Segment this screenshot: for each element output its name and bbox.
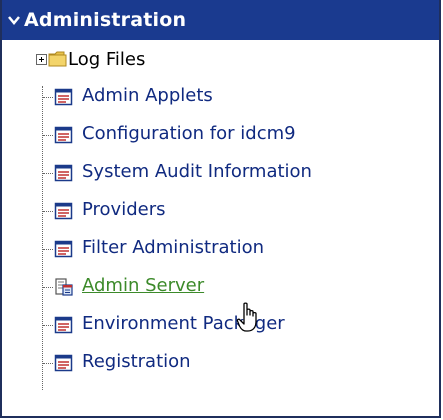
folder-label[interactable]: Log Files xyxy=(68,49,145,70)
tree-item-registration[interactable]: Registration xyxy=(2,344,432,382)
folder-icon xyxy=(48,50,68,68)
tree-item-admin-server[interactable]: Admin Server xyxy=(2,268,432,306)
panel-title: Administration xyxy=(24,9,187,31)
tree-item-label[interactable]: Configuration for idcm9 xyxy=(82,123,296,144)
tree-item-label[interactable]: Filter Administration xyxy=(82,237,264,258)
document-icon xyxy=(54,125,74,145)
server-icon xyxy=(54,277,74,297)
tree-branch-line xyxy=(43,249,53,250)
tree-item-admin-applets[interactable]: Admin Applets xyxy=(2,78,432,116)
tree-item-label[interactable]: Admin Applets xyxy=(82,85,213,106)
tree-item-label[interactable]: Admin Server xyxy=(82,275,204,296)
tree-item-label[interactable]: Registration xyxy=(82,351,191,372)
document-icon xyxy=(54,239,74,259)
tree-item-system-audit[interactable]: System Audit Information xyxy=(2,154,432,192)
admin-tree: Log Files Admin Applets Configuration fo… xyxy=(2,40,439,410)
document-icon xyxy=(54,201,74,221)
tree-folder-log-files[interactable]: Log Files xyxy=(2,42,432,80)
tree-item-label[interactable]: Providers xyxy=(82,199,166,220)
chevron-down-icon[interactable] xyxy=(8,15,20,25)
tree-item-label[interactable]: System Audit Information xyxy=(82,161,312,182)
tree-branch-line xyxy=(43,97,53,98)
tree-branch-line xyxy=(43,363,53,364)
document-icon xyxy=(54,315,74,335)
document-icon xyxy=(54,353,74,373)
tree-branch-line xyxy=(43,287,53,288)
tree-branch-line xyxy=(43,211,53,212)
hand-pointer-cursor-icon xyxy=(236,302,264,334)
tree-branch-line xyxy=(43,135,53,136)
panel-header[interactable]: Administration xyxy=(2,0,439,40)
document-icon xyxy=(54,163,74,183)
tree-item-providers[interactable]: Providers xyxy=(2,192,432,230)
tree-branch-line xyxy=(43,173,53,174)
document-icon xyxy=(54,87,74,107)
administration-panel: Administration Log Files Admin Applets C… xyxy=(0,0,441,418)
tree-item-filter-administration[interactable]: Filter Administration xyxy=(2,230,432,268)
tree-item-environment-packager[interactable]: Environment Packager xyxy=(2,306,432,344)
expand-plus-icon[interactable] xyxy=(36,54,47,65)
tree-branch-line xyxy=(43,325,53,326)
tree-item-configuration[interactable]: Configuration for idcm9 xyxy=(2,116,432,154)
